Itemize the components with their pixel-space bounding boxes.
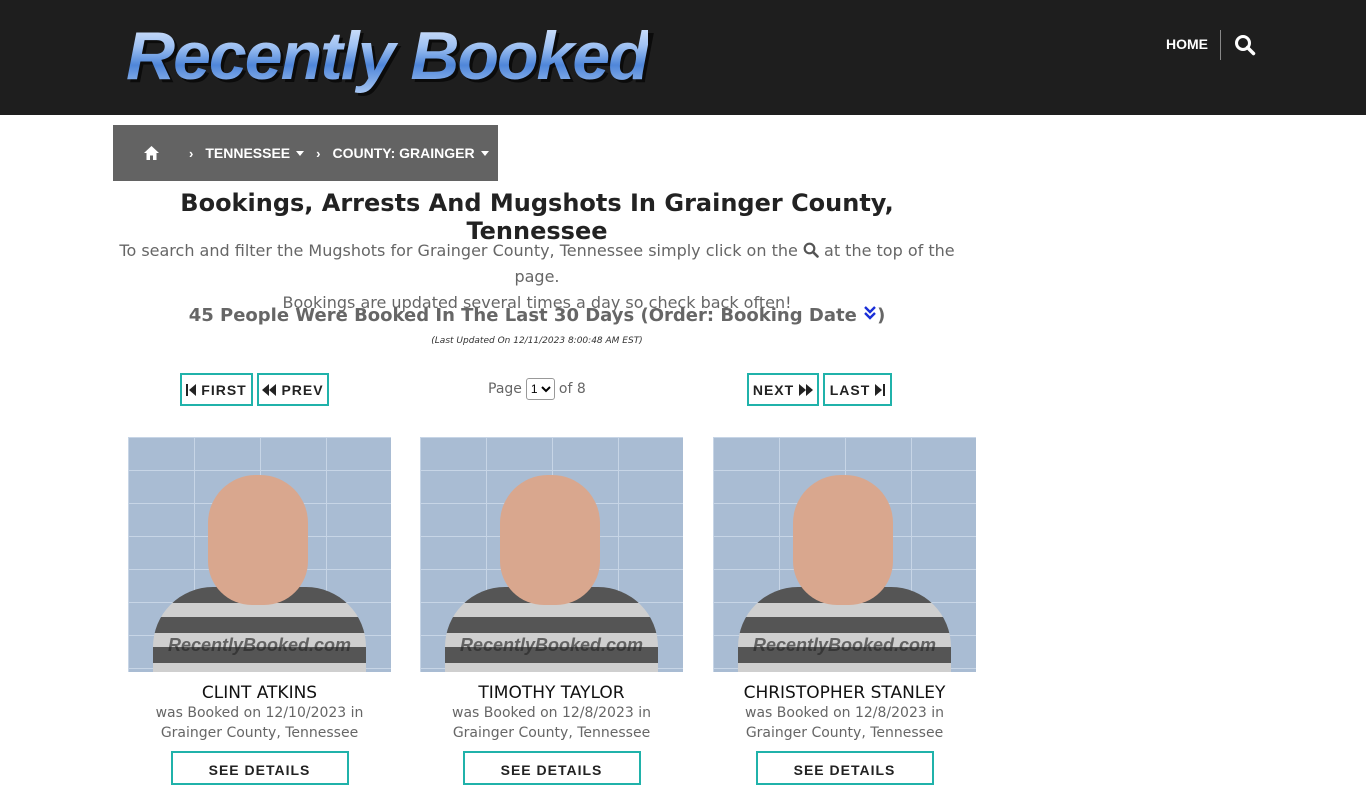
home-icon[interactable] xyxy=(143,145,159,161)
breadcrumb-county-label: COUNTY: GRAINGER xyxy=(332,145,475,161)
booking-location: Grainger County, Tennessee xyxy=(745,725,944,741)
prev-page-button[interactable]: PREV xyxy=(257,373,329,406)
chevron-right-icon: › xyxy=(189,145,194,161)
step-forward-icon xyxy=(875,383,886,396)
mugshot-photo[interactable]: RecentlyBooked.com xyxy=(128,437,391,672)
caret-down-icon xyxy=(296,150,305,156)
site-logo[interactable]: Recently Booked xyxy=(126,18,650,94)
prev-page-label: PREV xyxy=(281,381,324,398)
booking-card[interactable]: RecentlyBooked.com TIMOTHY TAYLOR was Bo… xyxy=(420,437,683,785)
search-icon[interactable] xyxy=(1234,34,1256,56)
caret-down-icon xyxy=(480,150,489,156)
sort-order-icon[interactable] xyxy=(863,305,877,326)
booking-date: was Booked on 12/8/2023 in xyxy=(745,705,944,721)
next-page-label: NEXT xyxy=(752,381,795,398)
page-selector: Page 1 of 8 xyxy=(488,378,586,400)
page-title: Bookings, Arrests And Mugshots In Graing… xyxy=(180,189,894,245)
see-details-button[interactable]: SEE DETAILS xyxy=(170,751,349,785)
page-select[interactable]: 1 xyxy=(525,378,555,400)
see-details-button[interactable]: SEE DETAILS xyxy=(755,751,934,785)
next-page-button[interactable]: NEXT xyxy=(747,373,819,406)
forward-icon xyxy=(799,383,814,396)
booking-date: was Booked on 12/10/2023 in xyxy=(155,705,364,721)
mugshot-photo[interactable]: RecentlyBooked.com xyxy=(420,437,683,672)
mugshot-photo[interactable]: RecentlyBooked.com xyxy=(713,437,976,672)
description-text: To search and filter the Mugshots for Gr… xyxy=(119,241,798,260)
mugshot-face xyxy=(793,475,893,605)
booking-count: 45 People Were Booked In The Last 30 Day… xyxy=(113,305,961,326)
booking-count-close: ) xyxy=(877,305,886,326)
first-page-button[interactable]: FIRST xyxy=(180,373,253,406)
chevron-right-icon: › xyxy=(316,145,321,161)
booking-card[interactable]: RecentlyBooked.com CHRISTOPHER STANLEY w… xyxy=(713,437,976,785)
person-name[interactable]: TIMOTHY TAYLOR xyxy=(420,683,683,703)
breadcrumb-state-dropdown[interactable]: TENNESSEE xyxy=(205,145,305,161)
booking-date: was Booked on 12/8/2023 in xyxy=(452,705,651,721)
page-of-label: of 8 xyxy=(558,381,586,397)
person-name[interactable]: CHRISTOPHER STANLEY xyxy=(713,683,976,703)
photo-watermark: RecentlyBooked.com xyxy=(752,635,937,655)
booking-location: Grainger County, Tennessee xyxy=(452,725,651,741)
step-backward-icon xyxy=(186,383,197,396)
photo-watermark: RecentlyBooked.com xyxy=(167,635,352,655)
breadcrumb-state-label: TENNESSEE xyxy=(205,145,291,161)
breadcrumb: › TENNESSEE › COUNTY: GRAINGER xyxy=(113,125,498,181)
booking-card[interactable]: RecentlyBooked.com CLINT ATKINS was Book… xyxy=(128,437,391,785)
nav-divider xyxy=(1220,30,1221,60)
see-details-button[interactable]: SEE DETAILS xyxy=(462,751,641,785)
backward-icon xyxy=(262,383,277,396)
booking-count-text: 45 People Were Booked In The Last 30 Day… xyxy=(188,305,857,326)
last-updated: (Last Updated On 12/11/2023 8:00:48 AM E… xyxy=(431,336,643,346)
first-page-label: FIRST xyxy=(201,381,247,398)
photo-watermark: RecentlyBooked.com xyxy=(459,635,644,655)
person-name[interactable]: CLINT ATKINS xyxy=(128,683,391,703)
booking-location: Grainger County, Tennessee xyxy=(160,725,359,741)
mugshot-face xyxy=(500,475,600,605)
search-icon xyxy=(803,242,819,258)
site-header: Recently Booked Recently Booked HOME xyxy=(0,0,1366,115)
last-page-label: LAST xyxy=(829,381,871,398)
breadcrumb-county-dropdown[interactable]: COUNTY: GRAINGER xyxy=(333,145,489,161)
page-label: Page xyxy=(488,381,522,397)
mugshot-face xyxy=(208,475,308,605)
last-page-button[interactable]: LAST xyxy=(823,373,892,406)
nav-home-link[interactable]: HOME xyxy=(1166,36,1208,52)
